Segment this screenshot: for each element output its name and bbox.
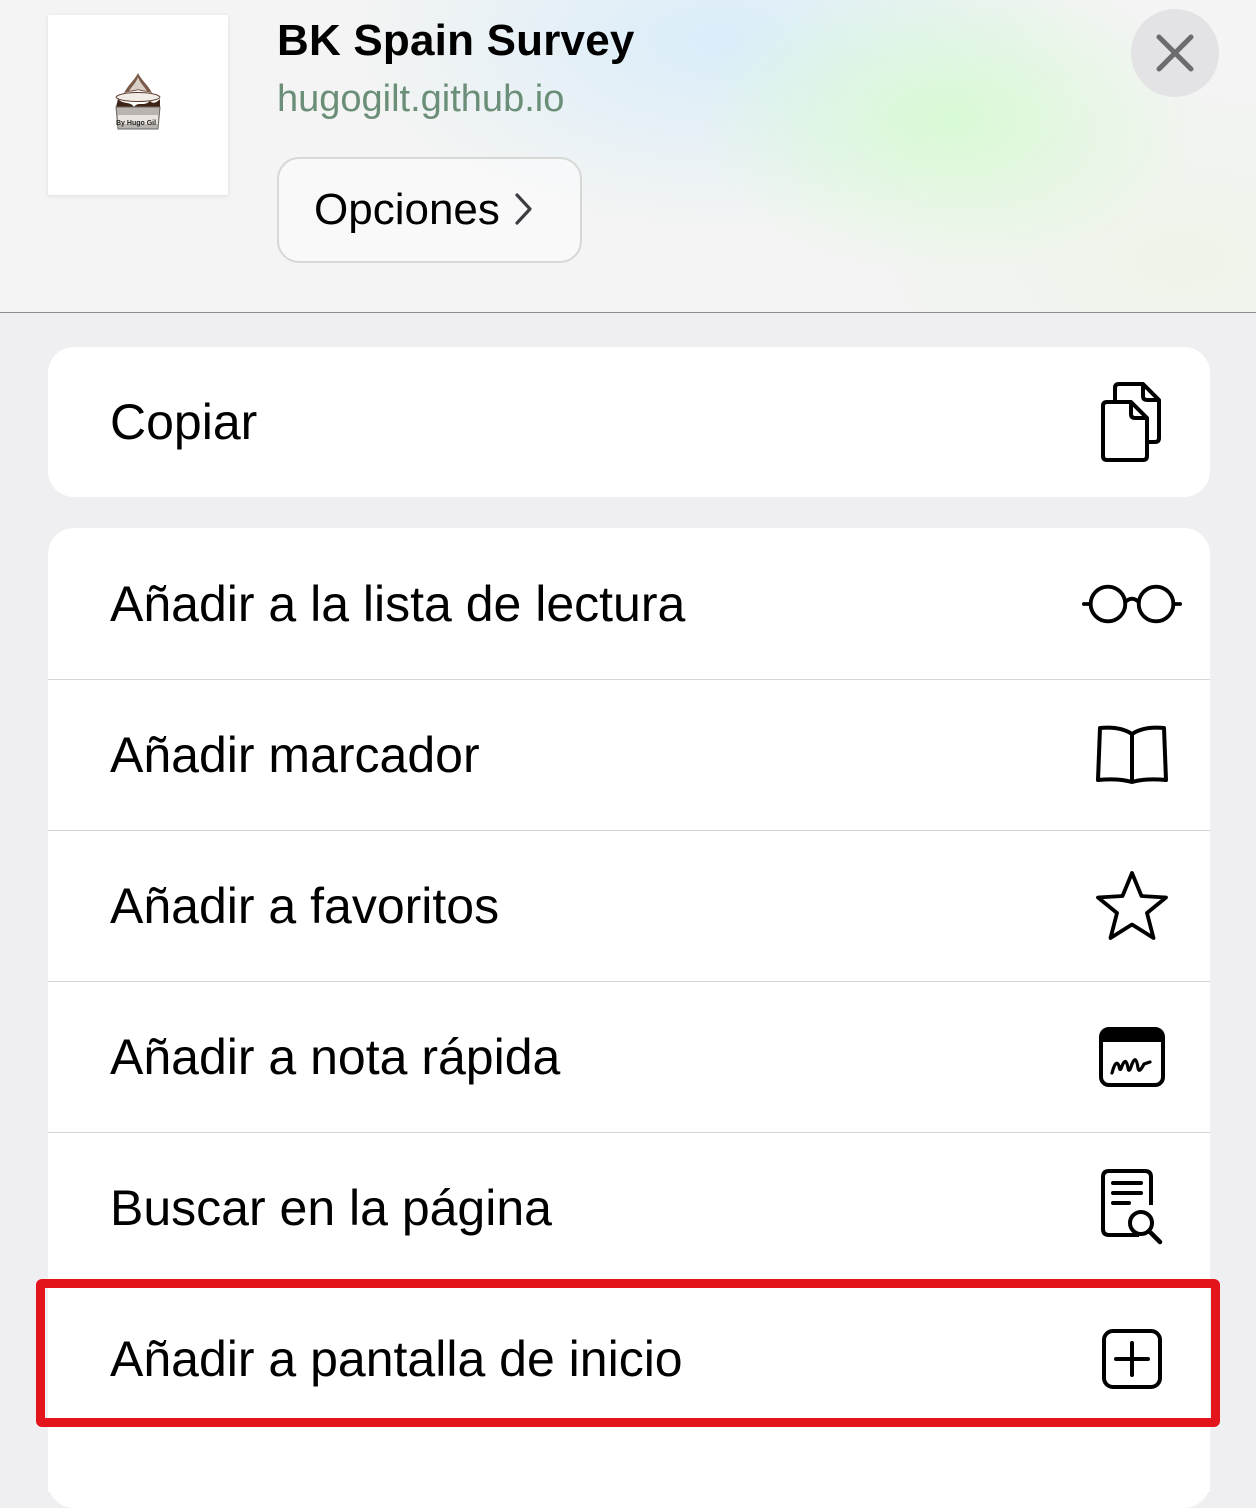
action-quick-note[interactable]: Añadir a nota rápida bbox=[48, 981, 1210, 1132]
action-label: Buscar en la página bbox=[110, 1180, 552, 1236]
site-thumbnail: By Hugo Gil bbox=[48, 15, 228, 195]
quick-note-icon bbox=[1082, 1007, 1182, 1107]
action-label: Añadir a pantalla de inicio bbox=[110, 1331, 683, 1387]
action-add-favorites[interactable]: Añadir a favoritos bbox=[48, 830, 1210, 981]
glasses-icon bbox=[1082, 554, 1182, 654]
site-title: BK Spain Survey bbox=[277, 16, 635, 65]
close-button[interactable] bbox=[1131, 9, 1219, 97]
chevron-right-icon bbox=[514, 192, 534, 231]
action-label: Añadir marcador bbox=[110, 727, 480, 783]
copy-action[interactable]: Copiar bbox=[48, 347, 1210, 497]
action-label: Añadir a la lista de lectura bbox=[110, 575, 686, 632]
thumbnail-caption: By Hugo Gil bbox=[116, 120, 157, 127]
close-icon bbox=[1156, 34, 1194, 72]
star-icon bbox=[1082, 856, 1182, 956]
find-in-page-icon bbox=[1082, 1158, 1182, 1258]
options-button[interactable]: Opciones bbox=[277, 157, 582, 263]
copy-label: Copiar bbox=[110, 394, 258, 450]
add-square-icon bbox=[1082, 1309, 1182, 1409]
action-reading-list[interactable]: Añadir a la lista de lectura bbox=[48, 528, 1210, 679]
options-label: Opciones bbox=[314, 185, 500, 234]
action-label: Añadir a nota rápida bbox=[110, 1029, 561, 1085]
copy-icon bbox=[1082, 372, 1182, 472]
action-label: Añadir a favoritos bbox=[110, 878, 500, 934]
next-section-peek bbox=[48, 1462, 1210, 1492]
action-find-in-page[interactable]: Buscar en la página bbox=[48, 1132, 1210, 1283]
actions-list: Añadir a la lista de lectura Añadir marc… bbox=[48, 528, 1210, 1508]
book-icon bbox=[1082, 705, 1182, 805]
action-add-bookmark[interactable]: Añadir marcador bbox=[48, 679, 1210, 830]
site-url: hugogilt.github.io bbox=[277, 78, 565, 120]
share-sheet-header: By Hugo Gil BK Spain Survey hugogilt.git… bbox=[0, 0, 1256, 312]
header-divider bbox=[0, 312, 1256, 313]
copy-section: Copiar bbox=[48, 347, 1210, 497]
action-add-to-home-screen[interactable]: Añadir a pantalla de inicio bbox=[48, 1283, 1210, 1434]
